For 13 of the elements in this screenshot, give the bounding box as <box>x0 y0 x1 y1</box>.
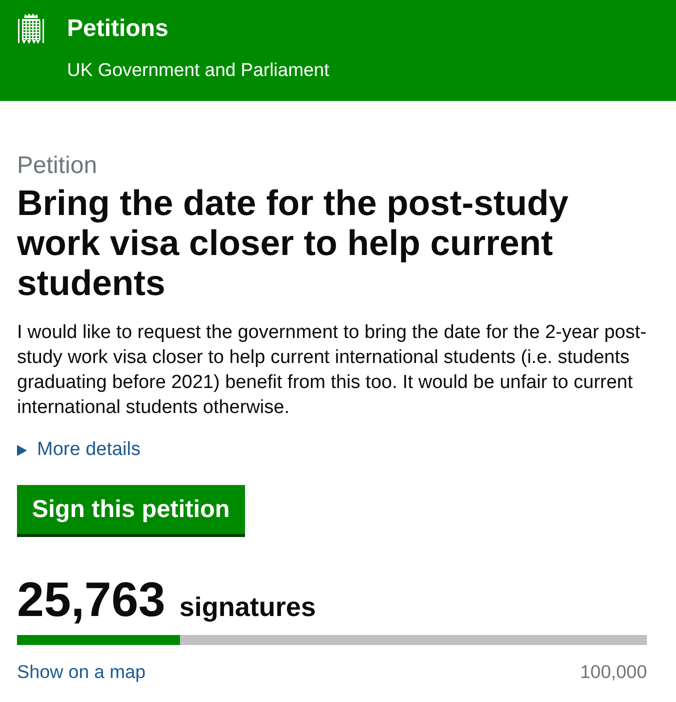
site-subtitle: UK Government and Parliament <box>67 59 330 81</box>
show-map-link[interactable]: Show on a map <box>17 660 146 684</box>
signatures-label: signatures <box>179 592 316 622</box>
sign-petition-button[interactable]: Sign this petition <box>17 484 245 536</box>
site-title[interactable]: Petitions <box>67 15 330 43</box>
triangle-icon <box>17 444 27 456</box>
signature-count: 25,763 <box>17 574 166 624</box>
petition-title: Bring the date for the post-study work visa closer to help current students <box>17 183 570 303</box>
petition-label: Petition <box>17 152 98 180</box>
petition-summary: I would like to request the government to bring the date for the 2-year post-study work visa closer to help current international students (i.e. students graduating before 2021) benefit from this too. It would be unfair to current international students otherwise. <box>17 321 648 420</box>
portcullis-icon <box>17 13 45 45</box>
signature-target: 100,000 <box>580 660 647 684</box>
more-details-link[interactable]: More details <box>17 438 140 462</box>
